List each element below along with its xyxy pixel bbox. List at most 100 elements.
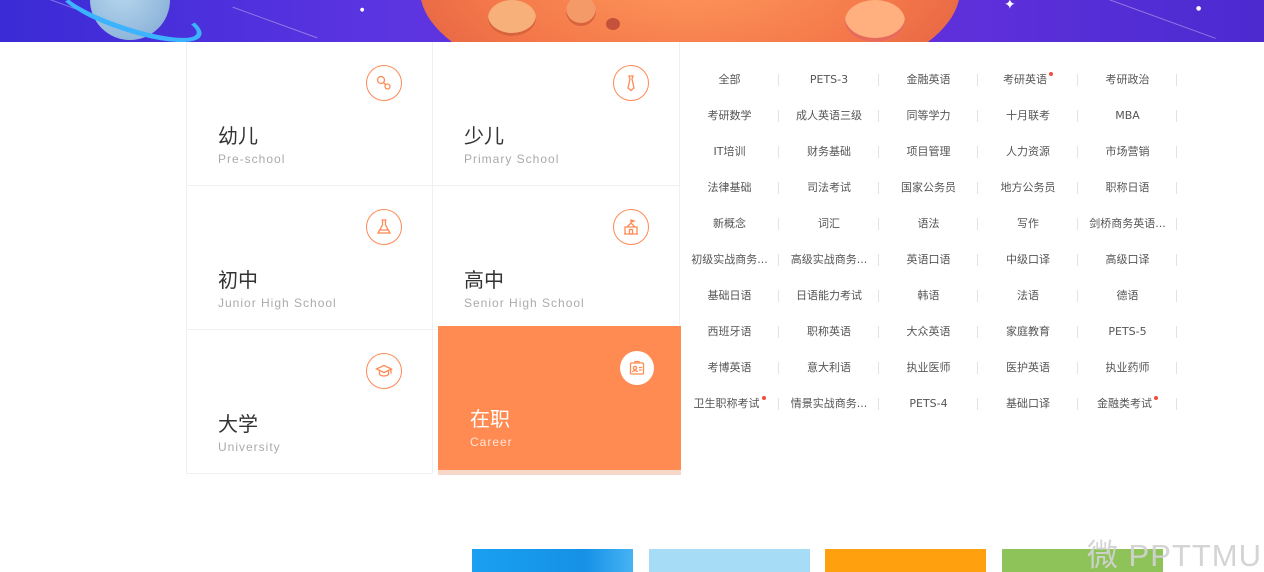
subject-link[interactable]: 家庭教育 <box>979 314 1078 350</box>
star-icon: ● <box>360 7 365 13</box>
subject-link[interactable]: 卫生职称考试 <box>680 386 779 422</box>
category-subtitle: Career <box>470 435 513 449</box>
subject-link-label: 语法 <box>917 217 940 230</box>
category-title: 初中 <box>218 268 258 292</box>
subject-link[interactable]: 基础日语 <box>680 278 779 314</box>
subject-link[interactable]: 词汇 <box>780 206 879 242</box>
subject-link-label: 项目管理 <box>906 145 951 158</box>
subject-link[interactable]: 中级口译 <box>979 242 1078 278</box>
subject-row: 考博英语 意大利语 执业医师 医护英语 执业药师 <box>680 350 1180 386</box>
subject-link[interactable]: 法语 <box>979 278 1078 314</box>
subject-link[interactable]: MBA <box>1078 98 1177 134</box>
subject-link[interactable]: 考研数学 <box>680 98 779 134</box>
subject-link-label: 剑桥商务英语... <box>1089 217 1166 230</box>
subject-link[interactable]: 英语口语 <box>879 242 978 278</box>
subject-link[interactable]: 考研政治 <box>1078 62 1177 98</box>
subject-link[interactable]: PETS-4 <box>879 386 978 422</box>
subject-link-label: 意大利语 <box>807 361 851 374</box>
category-title: 高中 <box>464 268 504 292</box>
subject-link[interactable]: 考研英语 <box>979 62 1078 98</box>
category-card-junior-high[interactable]: 初中 Junior High School <box>186 186 433 330</box>
subject-link[interactable]: 高级实战商务... <box>780 242 879 278</box>
category-title: 在职 <box>470 407 510 431</box>
subject-link-label: 韩语 <box>917 289 940 302</box>
subject-link[interactable]: 写作 <box>979 206 1078 242</box>
subject-link-label: 考研数学 <box>707 109 752 122</box>
subject-link[interactable]: 执业药师 <box>1078 350 1177 386</box>
subject-link[interactable]: 金融类考试 <box>1078 386 1177 422</box>
subject-link[interactable]: 全部 <box>680 62 779 98</box>
school-building-icon <box>613 209 649 245</box>
subject-link[interactable]: 高级口译 <box>1078 242 1177 278</box>
subject-link-label: 财务基础 <box>807 145 851 158</box>
subject-link-label: MBA <box>1115 109 1140 122</box>
banner-crater <box>845 0 905 42</box>
subject-link[interactable]: 考博英语 <box>680 350 779 386</box>
subject-row: 新概念 词汇 语法 写作 剑桥商务英语... <box>680 206 1180 242</box>
star-icon: ✦ <box>1004 0 1016 13</box>
subject-link[interactable]: 医护英语 <box>979 350 1078 386</box>
banner-crater <box>488 0 536 36</box>
subject-link[interactable]: IT培训 <box>680 134 779 170</box>
subject-link-label: 考博英语 <box>707 361 752 374</box>
subject-row: IT培训 财务基础 项目管理 人力资源 市场营销 <box>680 134 1180 170</box>
promo-tile-orange[interactable] <box>825 549 986 572</box>
subject-link-label: 卫生职称考试 <box>693 397 760 410</box>
subject-link-label: 词汇 <box>818 217 840 230</box>
category-card-preschool[interactable]: 幼儿 Pre-school <box>186 42 433 186</box>
subject-link[interactable]: 人力资源 <box>979 134 1078 170</box>
category-card-senior-high[interactable]: 高中 Senior High School <box>433 186 680 330</box>
subject-link[interactable]: PETS-5 <box>1078 314 1177 350</box>
subject-link[interactable]: PETS-3 <box>780 62 879 98</box>
subject-link-label: 情景实战商务... <box>790 397 868 410</box>
subject-row: 基础日语 日语能力考试 韩语 法语 德语 <box>680 278 1180 314</box>
category-card-university[interactable]: 大学 University <box>186 330 433 474</box>
subject-link[interactable]: 新概念 <box>680 206 779 242</box>
subject-link-label: 大众英语 <box>906 325 951 338</box>
subject-link[interactable]: 韩语 <box>879 278 978 314</box>
subject-link-label: IT培训 <box>713 145 746 158</box>
subject-link-label: 中级口译 <box>1006 253 1050 266</box>
subject-link[interactable]: 职称日语 <box>1078 170 1177 206</box>
subject-link-label: 地方公务员 <box>1000 181 1056 194</box>
subject-link[interactable]: 情景实战商务... <box>780 386 879 422</box>
subject-link[interactable]: 大众英语 <box>879 314 978 350</box>
category-card-career[interactable]: 在职 Career <box>438 326 681 470</box>
subject-link[interactable]: 十月联考 <box>979 98 1078 134</box>
subject-link[interactable]: 剑桥商务英语... <box>1078 206 1177 242</box>
subject-link[interactable]: 日语能力考试 <box>780 278 879 314</box>
subject-link[interactable]: 德语 <box>1078 278 1177 314</box>
subject-link[interactable]: 意大利语 <box>780 350 879 386</box>
promo-tile-light-blue[interactable] <box>649 549 810 572</box>
subject-link[interactable]: 西班牙语 <box>680 314 779 350</box>
promo-tile-blue[interactable] <box>472 549 633 572</box>
subject-link-label: 同等学力 <box>906 109 951 122</box>
subject-link-label: 全部 <box>718 73 741 86</box>
subject-link-label: 成人英语三级 <box>796 109 862 122</box>
subject-row: 考研数学 成人英语三级 同等学力 十月联考 MBA <box>680 98 1180 134</box>
subject-link[interactable]: 初级实战商务... <box>680 242 779 278</box>
category-card-primary[interactable]: 少儿 Primary School <box>433 42 680 186</box>
subject-link[interactable]: 基础口译 <box>979 386 1078 422</box>
subject-link[interactable]: 司法考试 <box>780 170 879 206</box>
subject-link[interactable]: 金融英语 <box>879 62 978 98</box>
subject-link-label: 新概念 <box>713 217 746 230</box>
subject-link-label: 考研英语 <box>1003 73 1047 86</box>
subject-link[interactable]: 国家公务员 <box>879 170 978 206</box>
subject-link[interactable]: 项目管理 <box>879 134 978 170</box>
subject-link-label: PETS-3 <box>809 73 849 86</box>
subject-link[interactable]: 同等学力 <box>879 98 978 134</box>
subject-link[interactable]: 法律基础 <box>680 170 779 206</box>
subject-link[interactable]: 职称英语 <box>780 314 879 350</box>
subject-link-label: 高级实战商务... <box>790 253 868 266</box>
subject-link-label: 基础日语 <box>707 289 752 302</box>
subject-link-label: PETS-5 <box>1108 325 1147 338</box>
subject-link-label: 考研政治 <box>1105 73 1150 86</box>
subject-link[interactable]: 市场营销 <box>1078 134 1177 170</box>
subject-link-label: 职称英语 <box>807 325 851 338</box>
subject-link[interactable]: 执业医师 <box>879 350 978 386</box>
subject-link[interactable]: 成人英语三级 <box>780 98 879 134</box>
subject-link[interactable]: 地方公务员 <box>979 170 1078 206</box>
subject-link[interactable]: 财务基础 <box>780 134 879 170</box>
subject-link[interactable]: 语法 <box>879 206 978 242</box>
